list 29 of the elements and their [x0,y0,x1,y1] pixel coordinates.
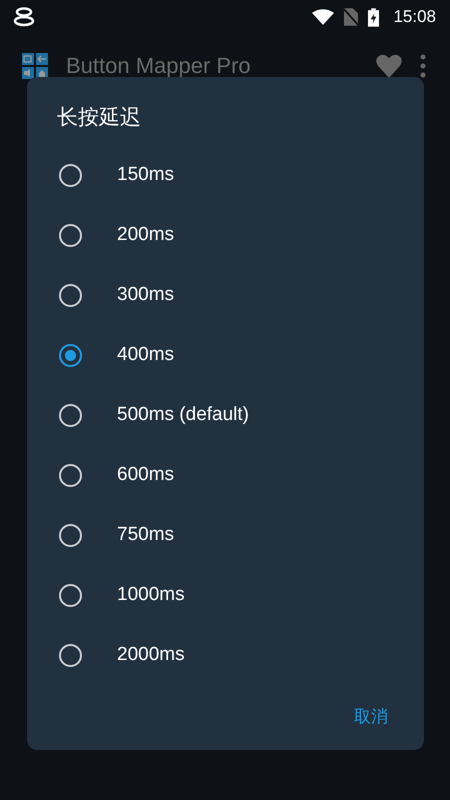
radio-option[interactable]: 200ms [27,205,424,265]
radio-button[interactable] [59,284,82,306]
wifi-icon [312,8,334,26]
radio-option[interactable]: 600ms [27,445,424,505]
radio-button[interactable] [59,584,82,606]
radio-option[interactable]: 150ms [27,145,424,205]
radio-button[interactable] [59,404,82,426]
no-sim-icon [344,8,358,26]
hotspot-icon [12,7,36,27]
heart-icon[interactable] [376,54,402,78]
radio-button[interactable] [59,524,82,546]
radio-option[interactable]: 2000ms [27,625,424,685]
battery-charging-icon [368,8,380,26]
app-logo-icon [22,53,48,79]
radio-button[interactable] [59,164,82,186]
clock-time: 15:08 [393,7,436,27]
radio-option[interactable]: 400ms [27,325,424,385]
radio-option[interactable]: 500ms (default) [27,385,424,445]
radio-button[interactable] [59,224,82,246]
radio-button[interactable] [59,644,82,666]
radio-button[interactable] [59,464,82,486]
more-options-icon[interactable] [420,54,426,78]
dialog-title: 长按延迟 [56,104,142,131]
radio-button[interactable] [59,344,82,366]
app-title: Button Mapper Pro [66,53,251,79]
radio-option[interactable]: 750ms [27,505,424,565]
cancel-button[interactable]: 取消 [340,697,402,736]
radio-option[interactable]: 1000ms [27,565,424,625]
radio-option[interactable]: 300ms [27,265,424,325]
